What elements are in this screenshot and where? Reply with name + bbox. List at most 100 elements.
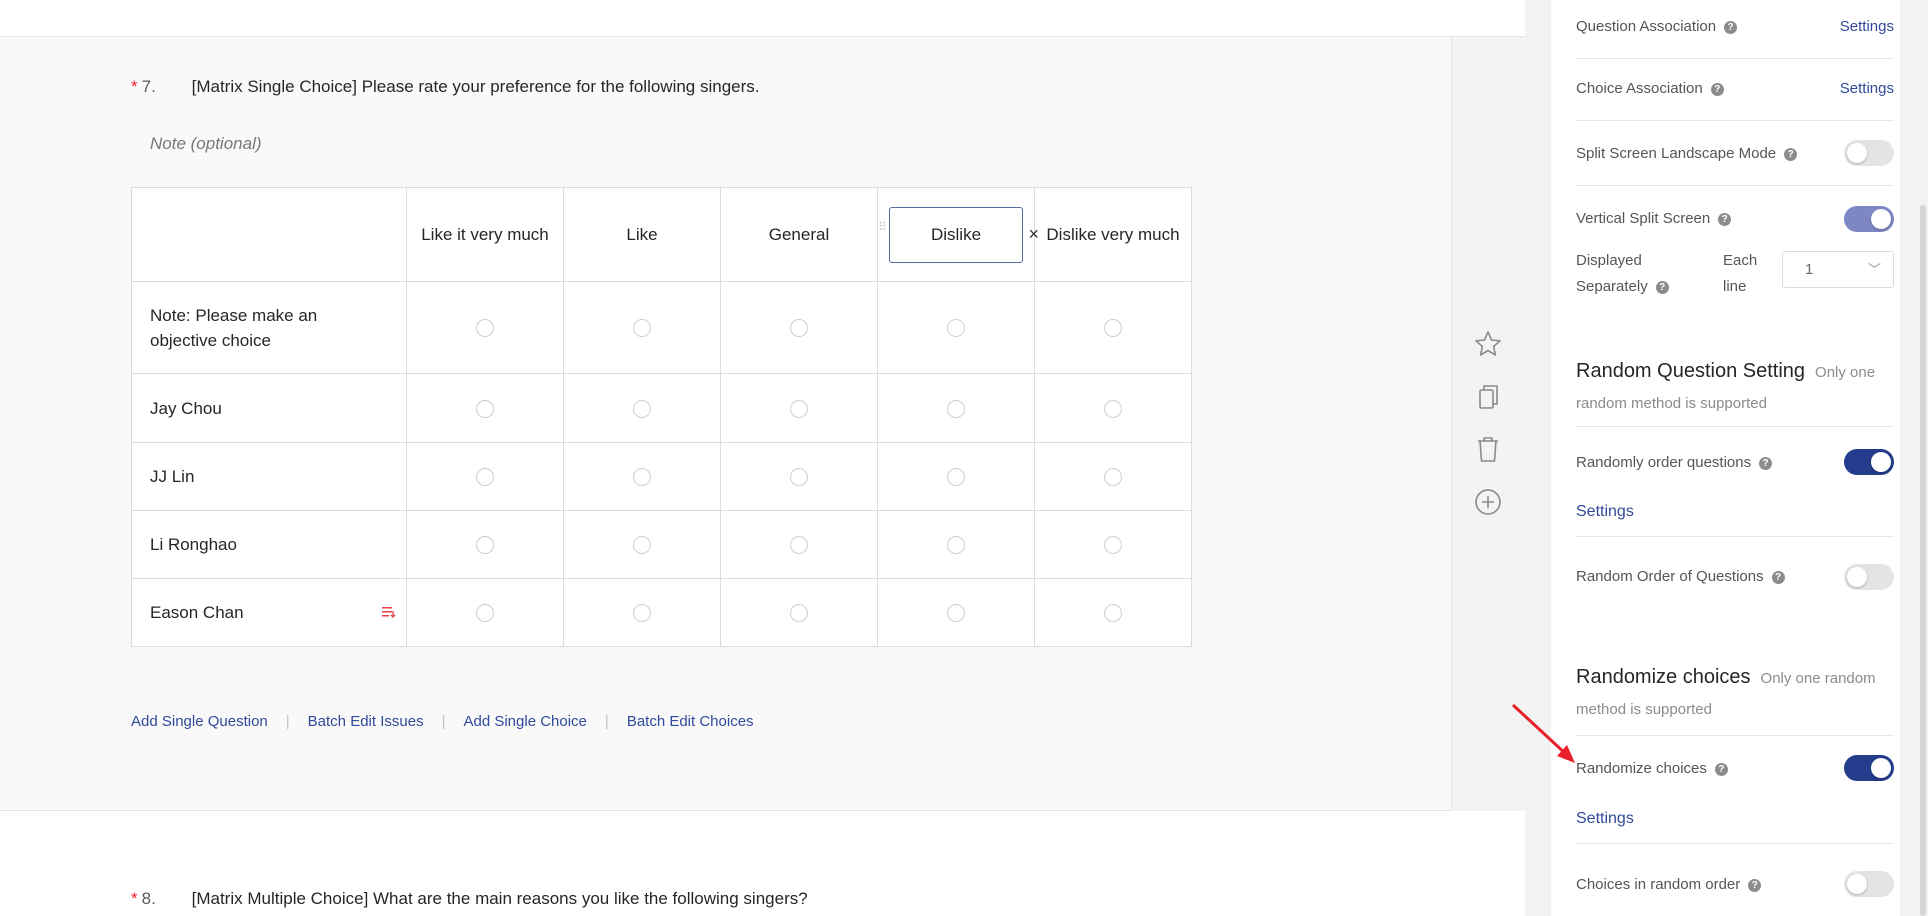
question-text[interactable]: [Matrix Multiple Choice] What are the ma… — [192, 889, 808, 908]
row-label[interactable]: Eason Chan — [150, 603, 244, 622]
radio-button[interactable] — [633, 536, 651, 555]
column-label[interactable]: General — [769, 225, 829, 244]
question-association-settings-link[interactable]: Settings — [1840, 18, 1894, 35]
section-subtitle: method is supported — [1576, 701, 1712, 718]
help-icon[interactable]: ? — [1655, 281, 1669, 294]
row-label[interactable]: Note: Please make an objective choice — [131, 281, 407, 374]
radio-button[interactable] — [947, 604, 965, 623]
note-field[interactable]: Note (optional) — [150, 134, 262, 154]
row-label-with-edit[interactable]: Eason Chan — [131, 578, 407, 647]
column-label[interactable]: Dislike very much — [1046, 225, 1179, 244]
required-mark: * — [131, 77, 138, 96]
question-text[interactable]: [Matrix Single Choice] Please rate your … — [192, 77, 760, 96]
setting-label: Choices in random order — [1576, 876, 1741, 893]
column-label[interactable]: Like it very much — [421, 225, 549, 244]
setting-label: Split Screen Landscape Mode — [1576, 145, 1777, 162]
row-label[interactable]: Li Ronghao — [131, 510, 407, 579]
question-7-title[interactable]: * 7. [Matrix Single Choice] Please rate yo… — [131, 77, 760, 97]
radio-button[interactable] — [476, 536, 494, 555]
table-row: JJ Lin — [131, 442, 1192, 511]
column-header[interactable]: Like it very much — [406, 187, 564, 282]
column-label-input[interactable]: Dislike — [889, 206, 1023, 263]
help-icon[interactable]: ? — [1710, 83, 1724, 96]
help-icon[interactable]: ? — [1784, 148, 1798, 161]
setting-label: Question Association — [1576, 18, 1717, 35]
divider — [1576, 735, 1894, 736]
help-icon[interactable]: ? — [1724, 21, 1738, 34]
help-icon[interactable]: ? — [1748, 879, 1762, 892]
table-row: Note: Please make an objective choice — [131, 281, 1192, 374]
trash-icon[interactable] — [1473, 434, 1503, 464]
split-landscape-toggle[interactable] — [1844, 140, 1894, 166]
add-single-question-link[interactable]: Add Single Question — [131, 713, 268, 730]
drag-handle-icon[interactable]: ⠿ — [878, 221, 888, 246]
row-label[interactable]: JJ Lin — [131, 442, 407, 511]
radio-button[interactable] — [633, 604, 651, 623]
radio-button[interactable] — [1104, 604, 1122, 623]
column-label[interactable]: Like — [626, 225, 657, 244]
radio-button[interactable] — [476, 468, 494, 487]
column-header[interactable]: Like — [563, 187, 721, 282]
add-circle-icon[interactable] — [1473, 487, 1503, 517]
section-title: Random Question Setting — [1576, 360, 1806, 382]
radio-button[interactable] — [790, 468, 808, 487]
randomize-choices-settings-link[interactable]: Settings — [1576, 810, 1634, 828]
radio-button[interactable] — [947, 399, 965, 418]
table-row: Eason Chan — [131, 578, 1192, 647]
setting-label: Separately — [1576, 278, 1648, 295]
column-header[interactable]: General — [720, 187, 878, 282]
question-8-title[interactable]: * 8. [Matrix Multiple Choice] What are the… — [131, 889, 808, 909]
batch-edit-choices-link[interactable]: Batch Edit Choices — [627, 713, 754, 730]
section-subtitle: Only one random — [1760, 670, 1876, 687]
radio-button[interactable] — [947, 468, 965, 487]
add-single-choice-link[interactable]: Add Single Choice — [463, 713, 586, 730]
each-label: Each — [1723, 252, 1758, 269]
radio-button[interactable] — [633, 399, 651, 418]
randomly-order-questions-toggle[interactable] — [1844, 449, 1894, 475]
radio-button[interactable] — [476, 399, 494, 418]
choices-in-random-order-toggle[interactable] — [1844, 871, 1894, 897]
radio-button[interactable] — [790, 536, 808, 555]
help-icon[interactable]: ? — [1718, 213, 1732, 226]
help-icon[interactable]: ? — [1771, 571, 1785, 584]
vertical-split-toggle[interactable] — [1844, 206, 1894, 232]
matrix-actions: Add Single Question | Batch Edit Issues | Ad… — [131, 713, 754, 730]
radio-button[interactable] — [633, 468, 651, 487]
star-icon[interactable] — [1473, 329, 1503, 359]
radio-button[interactable] — [1104, 399, 1122, 418]
list-edit-icon[interactable] — [382, 606, 396, 618]
radio-button[interactable] — [947, 536, 965, 555]
column-header-editing[interactable]: ⠿ Dislike × — [877, 187, 1039, 282]
radio-button[interactable] — [790, 399, 808, 418]
help-icon[interactable]: ? — [1714, 763, 1728, 776]
radio-button[interactable] — [633, 319, 651, 338]
choice-association-settings-link[interactable]: Settings — [1840, 80, 1894, 97]
divider — [1576, 843, 1894, 844]
radio-button[interactable] — [476, 319, 494, 338]
separator: | — [441, 713, 446, 730]
radio-button[interactable] — [1104, 319, 1122, 338]
section-subtitle: Only one — [1815, 364, 1876, 381]
row-label[interactable]: Jay Chou — [131, 373, 407, 443]
copy-icon[interactable] — [1473, 382, 1503, 412]
separator: | — [604, 713, 609, 730]
displayed-separately-label: Displayed Separately? — [1576, 248, 1696, 300]
toggle-knob — [1847, 143, 1867, 163]
random-question-setting-section: Random Question Setting Only one random m… — [1576, 356, 1894, 419]
radio-button[interactable] — [476, 604, 494, 623]
random-order-of-questions-toggle[interactable] — [1844, 564, 1894, 590]
randomize-choices-toggle[interactable] — [1844, 755, 1894, 781]
randomly-order-questions-settings-link[interactable]: Settings — [1576, 503, 1634, 521]
column-header[interactable]: Dislike very much — [1034, 187, 1192, 282]
panel-scrollbar[interactable] — [1920, 205, 1926, 916]
radio-button[interactable] — [790, 604, 808, 623]
batch-edit-issues-link[interactable]: Batch Edit Issues — [308, 713, 424, 730]
help-icon[interactable]: ? — [1759, 457, 1773, 470]
radio-button[interactable] — [947, 319, 965, 338]
toggle-knob — [1871, 758, 1891, 778]
radio-button[interactable] — [1104, 468, 1122, 487]
per-line-select[interactable]: 1 ﹀ — [1782, 251, 1894, 288]
radio-button[interactable] — [790, 319, 808, 338]
toggle-knob — [1847, 567, 1867, 587]
radio-button[interactable] — [1104, 536, 1122, 555]
